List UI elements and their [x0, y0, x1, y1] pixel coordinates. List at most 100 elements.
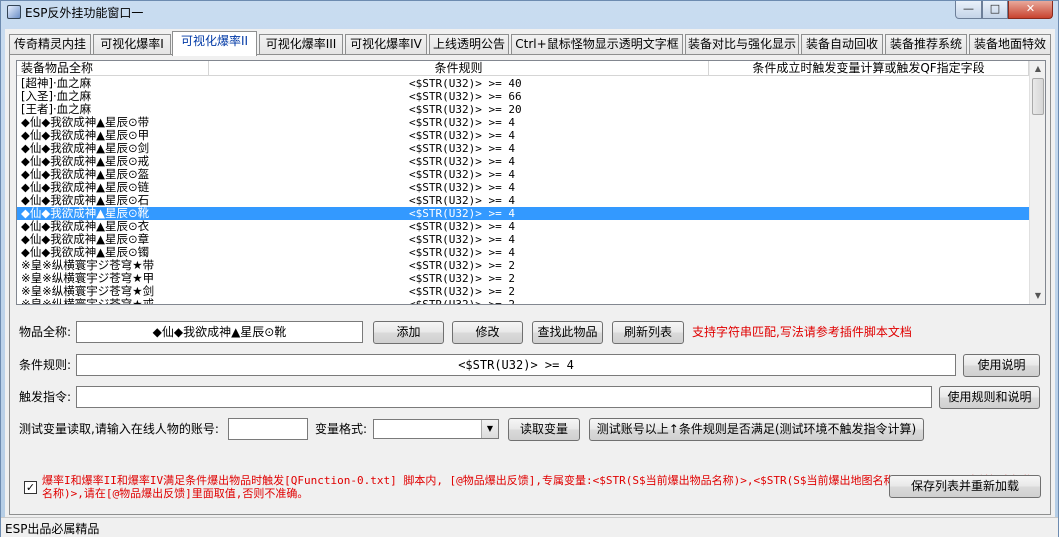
row-item-name: ◆仙◆我欲成神▲星辰⊙盔: [21, 168, 150, 181]
close-button[interactable]: ✕: [1008, 1, 1053, 19]
rule-input[interactable]: <$STR(U32)> >= 4: [76, 354, 956, 376]
table-row[interactable]: ※皇※纵横寰宇ジ苍穹★带 <$STR(U32)> >= 2: [17, 259, 1030, 272]
row-rule: <$STR(U32)> >= 66: [409, 90, 522, 103]
row-rule: <$STR(U32)> >= 4: [409, 246, 515, 259]
app-icon: [7, 5, 21, 19]
modify-button[interactable]: 修改: [452, 321, 523, 344]
usage-button[interactable]: 使用说明: [963, 354, 1040, 377]
row-item-name: ◆仙◆我欲成神▲星辰⊙剑: [21, 142, 150, 155]
table-row[interactable]: ◆仙◆我欲成神▲星辰⊙盔 <$STR(U32)> >= 4: [17, 168, 1030, 181]
row-rule: <$STR(U32)> >= 4: [409, 142, 515, 155]
row-rule: <$STR(U32)> >= 2: [409, 298, 515, 305]
item-name-label: 物品全称:: [19, 325, 72, 339]
row-item-name: [超神]·血之麻: [21, 77, 92, 90]
table-row[interactable]: ◆仙◆我欲成神▲星辰⊙石 <$STR(U32)> >= 4: [17, 194, 1030, 207]
row-rule: <$STR(U32)> >= 4: [409, 155, 515, 168]
tab-droprate-1[interactable]: 可视化爆率I: [93, 34, 171, 55]
row-item-name: ◆仙◆我欲成神▲星辰⊙带: [21, 116, 150, 129]
column-header-trigger[interactable]: 条件成立时触发变量计算或触发QF指定字段: [709, 61, 1029, 76]
table-row[interactable]: ◆仙◆我欲成神▲星辰⊙带 <$STR(U32)> >= 4: [17, 116, 1030, 129]
tab-login-notice[interactable]: 上线透明公告: [429, 34, 509, 55]
item-list[interactable]: 装备物品全称 条件规则 条件成立时触发变量计算或触发QF指定字段 [超神]·血之…: [16, 60, 1046, 305]
row-rule: <$STR(U32)> >= 20: [409, 103, 522, 116]
window-title: ESP反外挂功能窗口一: [25, 6, 144, 20]
table-row[interactable]: ※皇※纵横寰宇ジ苍穹★戒 <$STR(U32)> >= 2: [17, 298, 1030, 305]
tab-ground-effect[interactable]: 装备地面特效: [969, 34, 1051, 55]
row-item-name: [王者]·血之麻: [21, 103, 92, 116]
item-name-input[interactable]: ◆仙◆我欲成神▲星辰⊙靴: [76, 321, 363, 343]
table-row[interactable]: ◆仙◆我欲成神▲星辰⊙剑 <$STR(U32)> >= 4: [17, 142, 1030, 155]
test-rule-button[interactable]: 测试账号以上↑条件规则是否满足(测试环境不触发指令计算): [589, 418, 924, 441]
rule-label: 条件规则:: [19, 358, 72, 372]
client-area: 传奇精灵内挂 可视化爆率I 可视化爆率II 可视化爆率III 可视化爆率IV 上…: [5, 29, 1055, 517]
enable-checkbox[interactable]: ✓: [24, 481, 37, 494]
table-row[interactable]: ※皇※纵横寰宇ジ苍穹★甲 <$STR(U32)> >= 2: [17, 272, 1030, 285]
row-item-name: ◆仙◆我欲成神▲星辰⊙衣: [21, 220, 150, 233]
list-rows: [超神]·血之麻 <$STR(U32)> >= 40 [入圣]·血之麻 <$STR(U…: [17, 77, 1030, 305]
table-row[interactable]: ◆仙◆我欲成神▲星辰⊙镯 <$STR(U32)> >= 4: [17, 246, 1030, 259]
table-row[interactable]: [王者]·血之麻 <$STR(U32)> >= 20: [17, 103, 1030, 116]
table-row[interactable]: ※皇※纵横寰宇ジ苍穹★剑 <$STR(U32)> >= 2: [17, 285, 1030, 298]
table-row[interactable]: ◆仙◆我欲成神▲星辰⊙链 <$STR(U32)> >= 4: [17, 181, 1030, 194]
row-rule: <$STR(U32)> >= 4: [409, 168, 515, 181]
row-item-name: ※皇※纵横寰宇ジ苍穹★戒: [21, 298, 155, 305]
row-item-name: ※皇※纵横寰宇ジ苍穹★甲: [21, 272, 155, 285]
status-bar: ESP出品必属精品: [1, 517, 1058, 537]
tab-droprate-3[interactable]: 可视化爆率III: [259, 34, 343, 55]
scroll-down-icon[interactable]: ▼: [1030, 288, 1045, 304]
table-row[interactable]: [入圣]·血之麻 <$STR(U32)> >= 66: [17, 90, 1030, 103]
app-window: ESP反外挂功能窗口一 — □ ✕ 传奇精灵内挂 可视化爆率I 可视化爆率II …: [0, 0, 1059, 537]
scroll-up-icon[interactable]: ▲: [1030, 61, 1045, 77]
tab-equip-compare[interactable]: 装备对比与强化显示: [685, 34, 799, 55]
save-reload-button[interactable]: 保存列表并重新加载: [889, 475, 1041, 498]
vertical-scrollbar[interactable]: ▲ ▼: [1029, 61, 1045, 304]
read-var-button[interactable]: 读取变量: [508, 418, 580, 441]
row-rule: <$STR(U32)> >= 2: [409, 272, 515, 285]
tab-auto-recycle[interactable]: 装备自动回收: [801, 34, 883, 55]
maximize-button[interactable]: □: [982, 1, 1008, 19]
tab-panel: 装备物品全称 条件规则 条件成立时触发变量计算或触发QF指定字段 [超神]·血之…: [9, 54, 1051, 515]
row-rule: <$STR(U32)> >= 2: [409, 285, 515, 298]
table-row[interactable]: ◆仙◆我欲成神▲星辰⊙靴 <$STR(U32)> >= 4: [17, 207, 1030, 220]
row-item-name: ◆仙◆我欲成神▲星辰⊙链: [21, 181, 150, 194]
title-bar[interactable]: ESP反外挂功能窗口一 — □ ✕: [1, 1, 1058, 29]
trigger-input[interactable]: [76, 386, 932, 408]
row-item-name: ◆仙◆我欲成神▲星辰⊙甲: [21, 129, 150, 142]
column-header-name[interactable]: 装备物品全称: [17, 61, 209, 76]
rule-usage-button[interactable]: 使用规则和说明: [939, 386, 1040, 409]
row-rule: <$STR(U32)> >= 4: [409, 129, 515, 142]
add-button[interactable]: 添加: [373, 321, 444, 344]
row-item-name: ◆仙◆我欲成神▲星辰⊙靴: [21, 207, 150, 220]
row-rule: <$STR(U32)> >= 4: [409, 194, 515, 207]
tab-ctrl-mouse-text[interactable]: Ctrl+鼠标怪物显示透明文字框: [511, 34, 683, 55]
refresh-list-button[interactable]: 刷新列表: [612, 321, 684, 344]
row-item-name: ◆仙◆我欲成神▲星辰⊙镯: [21, 246, 150, 259]
tab-droprate-4[interactable]: 可视化爆率IV: [345, 34, 427, 55]
row-rule: <$STR(U32)> >= 2: [409, 259, 515, 272]
column-header-rule[interactable]: 条件规则: [209, 61, 709, 76]
minimize-button[interactable]: —: [955, 1, 982, 19]
tab-droprate-2[interactable]: 可视化爆率II: [172, 31, 257, 56]
find-item-button[interactable]: 查找此物品: [532, 321, 603, 344]
row-item-name: ※皇※纵横寰宇ジ苍穹★带: [21, 259, 155, 272]
table-row[interactable]: ◆仙◆我欲成神▲星辰⊙甲 <$STR(U32)> >= 4: [17, 129, 1030, 142]
row-item-name: ◆仙◆我欲成神▲星辰⊙章: [21, 233, 150, 246]
scroll-thumb[interactable]: [1032, 78, 1044, 115]
table-row[interactable]: [超神]·血之麻 <$STR(U32)> >= 40: [17, 77, 1030, 90]
table-row[interactable]: ◆仙◆我欲成神▲星辰⊙章 <$STR(U32)> >= 4: [17, 233, 1030, 246]
table-row[interactable]: ◆仙◆我欲成神▲星辰⊙衣 <$STR(U32)> >= 4: [17, 220, 1030, 233]
account-input[interactable]: [228, 418, 308, 440]
row-item-name: ※皇※纵横寰宇ジ苍穹★剑: [21, 285, 155, 298]
var-format-label: 变量格式:: [315, 422, 368, 436]
var-format-select[interactable]: ▼: [373, 419, 499, 439]
row-rule: <$STR(U32)> >= 4: [409, 116, 515, 129]
tab-equip-recommend[interactable]: 装备推荐系统: [885, 34, 967, 55]
tab-legend-helper[interactable]: 传奇精灵内挂: [9, 34, 91, 55]
chevron-down-icon[interactable]: ▼: [481, 420, 498, 438]
list-header: 装备物品全称 条件规则 条件成立时触发变量计算或触发QF指定字段: [17, 61, 1030, 76]
row-item-name: ◆仙◆我欲成神▲星辰⊙戒: [21, 155, 150, 168]
row-rule: <$STR(U32)> >= 40: [409, 77, 522, 90]
table-row[interactable]: ◆仙◆我欲成神▲星辰⊙戒 <$STR(U32)> >= 4: [17, 155, 1030, 168]
row-rule: <$STR(U32)> >= 4: [409, 233, 515, 246]
row-item-name: ◆仙◆我欲成神▲星辰⊙石: [21, 194, 150, 207]
